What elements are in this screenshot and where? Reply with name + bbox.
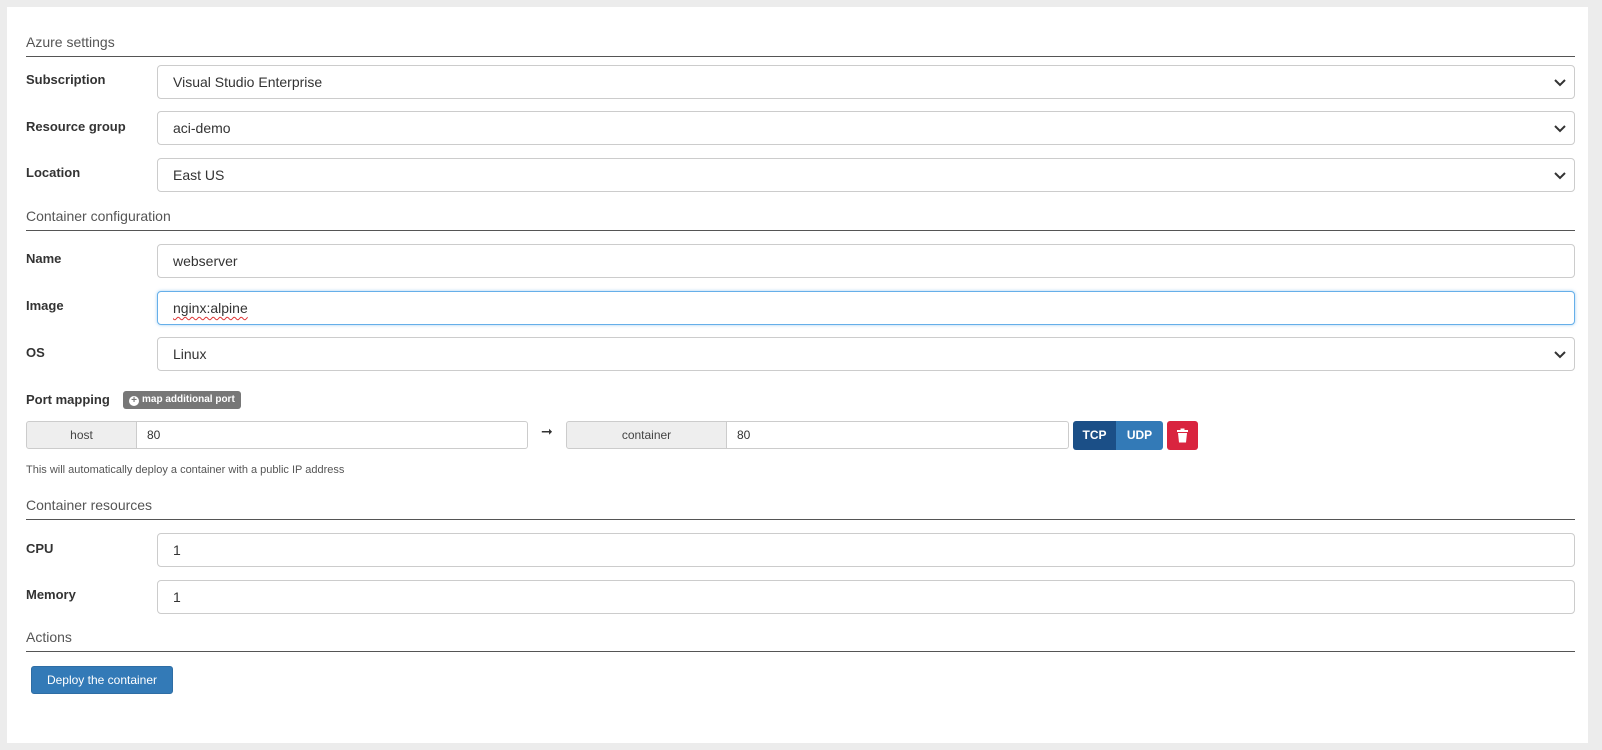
memory-label: Memory	[26, 587, 76, 602]
image-input[interactable]: nginx:alpine	[157, 291, 1575, 325]
location-value: East US	[173, 167, 225, 183]
image-label: Image	[26, 298, 64, 313]
map-additional-port-button[interactable]: + map additional port	[123, 391, 241, 409]
host-port-input[interactable]: 80	[136, 421, 528, 449]
subscription-label: Subscription	[26, 72, 106, 87]
container-addon: container	[566, 421, 727, 449]
deploy-container-button[interactable]: Deploy the container	[31, 666, 173, 694]
tcp-toggle[interactable]: TCP	[1073, 421, 1116, 450]
trash-icon	[1177, 428, 1188, 443]
chevron-down-icon	[1554, 125, 1566, 133]
udp-toggle[interactable]: UDP	[1116, 421, 1163, 450]
container-port-input[interactable]: 80	[726, 421, 1069, 449]
section-actions: Actions	[26, 626, 1575, 652]
section-container-configuration: Container configuration	[26, 205, 1575, 231]
subscription-select[interactable]: Visual Studio Enterprise	[157, 65, 1575, 99]
memory-input[interactable]: 1	[157, 580, 1575, 614]
cpu-value: 1	[173, 542, 181, 558]
chevron-down-icon	[1554, 172, 1566, 180]
chevron-down-icon	[1554, 79, 1566, 87]
arrow-right-icon: ➞	[541, 423, 553, 439]
location-select[interactable]: East US	[157, 158, 1575, 192]
name-label: Name	[26, 251, 62, 266]
os-value: Linux	[173, 346, 207, 362]
memory-value: 1	[173, 589, 181, 605]
resource-group-value: aci-demo	[173, 120, 231, 136]
os-select[interactable]: Linux	[157, 337, 1575, 371]
location-label: Location	[26, 165, 81, 180]
delete-port-button[interactable]	[1167, 421, 1198, 450]
resource-group-select[interactable]: aci-demo	[157, 111, 1575, 145]
port-help-text: This will automatically deploy a contain…	[26, 464, 345, 476]
section-azure-settings: Azure settings	[26, 31, 1575, 57]
subscription-value: Visual Studio Enterprise	[173, 74, 323, 90]
host-addon: host	[26, 421, 137, 449]
plus-circle-icon: +	[129, 396, 139, 406]
os-label: OS	[26, 345, 45, 360]
image-value: nginx:alpine	[173, 300, 248, 316]
form-panel: Azure settings Subscription Visual Studi…	[7, 7, 1588, 743]
cpu-label: CPU	[26, 541, 54, 556]
name-value: webserver	[173, 253, 238, 269]
chevron-down-icon	[1554, 351, 1566, 359]
map-additional-port-label: map additional port	[142, 394, 235, 405]
section-container-resources: Container resources	[26, 494, 1575, 520]
cpu-input[interactable]: 1	[157, 533, 1575, 567]
resource-group-label: Resource group	[26, 119, 126, 134]
name-input[interactable]: webserver	[157, 244, 1575, 278]
